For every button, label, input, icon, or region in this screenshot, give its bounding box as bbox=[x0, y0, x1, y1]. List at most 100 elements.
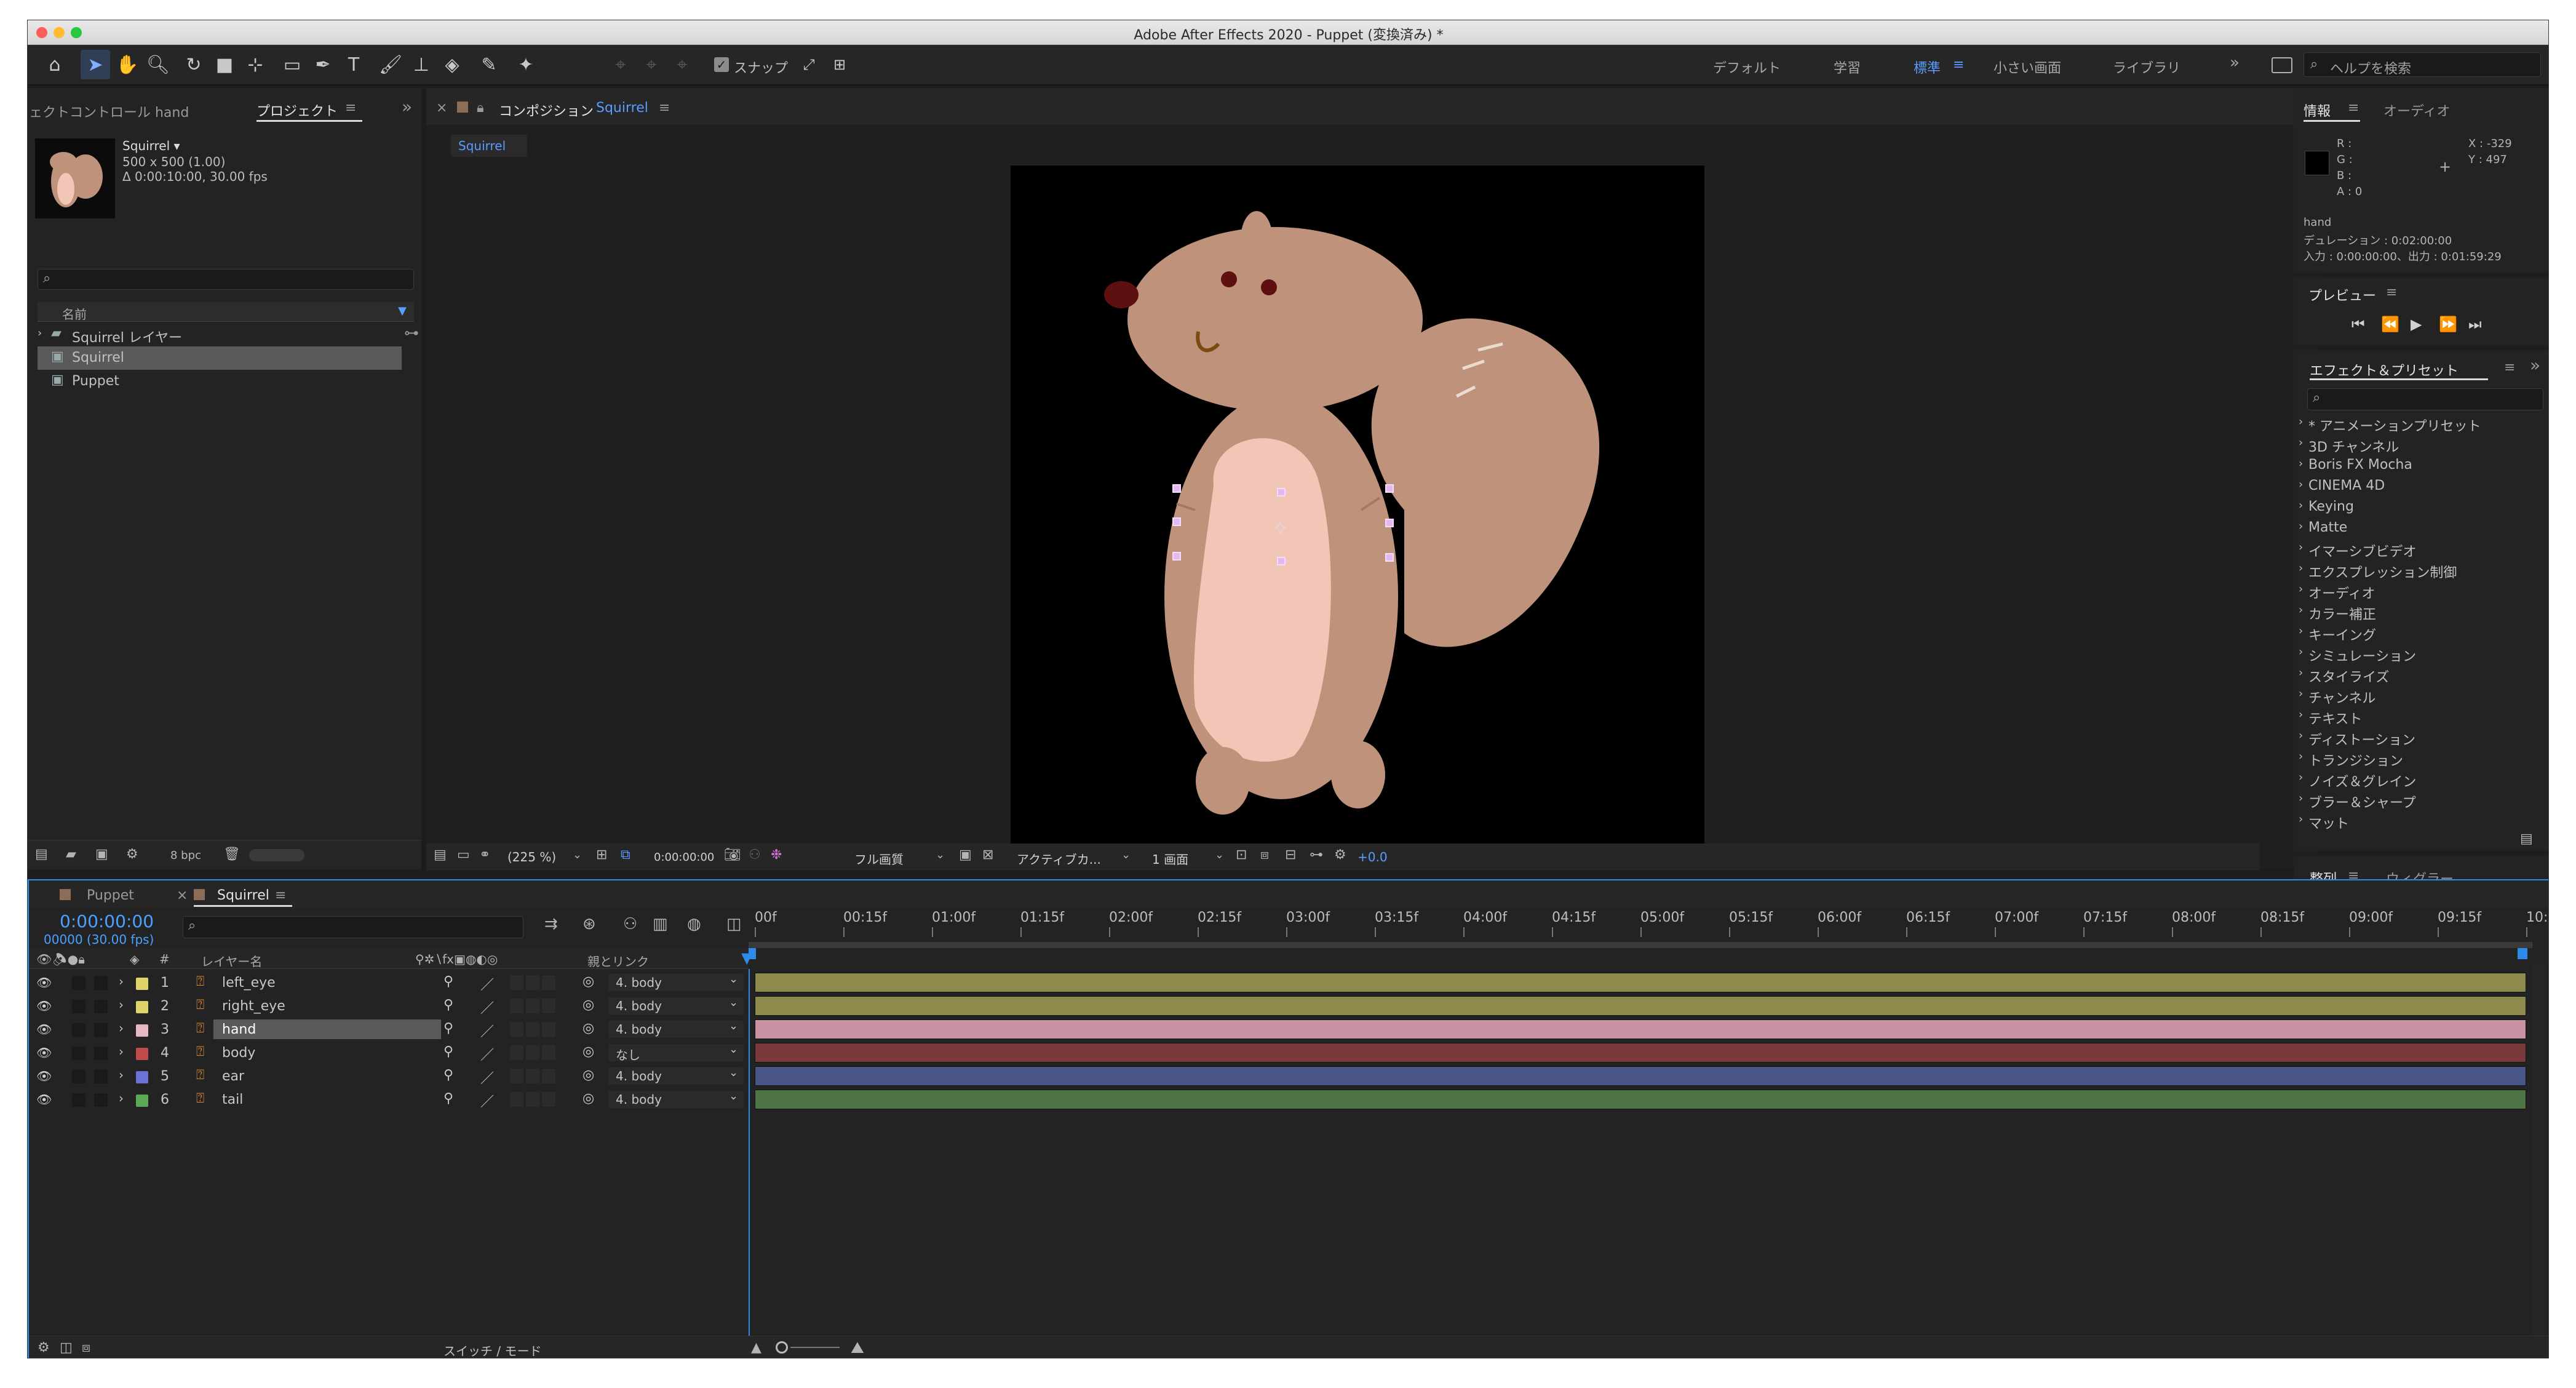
visibility-eye-icon[interactable]: 👁︎ bbox=[36, 1022, 52, 1037]
layer-switches-icon[interactable]: ⚙ bbox=[38, 1340, 50, 1355]
puppet-pin[interactable] bbox=[1277, 488, 1286, 497]
layer-label-color[interactable] bbox=[136, 1071, 148, 1083]
tab-effect-controls[interactable]: ェクトコントロール hand bbox=[29, 102, 189, 121]
effects-category[interactable]: › トランジション bbox=[2299, 750, 2403, 770]
layer-duration-bar[interactable] bbox=[755, 1043, 2526, 1063]
resolution-dropdown[interactable]: フル画質 bbox=[854, 850, 904, 868]
close-comp-tab-icon[interactable]: × bbox=[436, 100, 447, 116]
close-tab-icon[interactable]: × bbox=[177, 888, 188, 903]
camera-dropdown[interactable]: アクティブカ... bbox=[1017, 850, 1101, 868]
work-area-end-handle[interactable] bbox=[2518, 948, 2527, 959]
flowchart-icon[interactable]: ⊶ bbox=[1310, 847, 1323, 863]
snapshot-icon[interactable]: 📷︎ bbox=[724, 847, 741, 863]
effect-switch[interactable] bbox=[510, 975, 523, 990]
panel-menu-icon[interactable]: ≡ bbox=[2504, 360, 2515, 375]
frame-blend-switch[interactable] bbox=[526, 1022, 539, 1037]
solo-switch[interactable] bbox=[72, 1093, 85, 1107]
lock-switch[interactable] bbox=[94, 976, 108, 990]
panel-menu-icon[interactable]: ≡ bbox=[345, 100, 356, 116]
pick-whip-icon[interactable]: ◎ bbox=[582, 1044, 594, 1059]
chevron-down-icon[interactable]: ⌄ bbox=[1215, 848, 1224, 861]
effects-category[interactable]: › オーディオ bbox=[2299, 583, 2375, 602]
project-item[interactable]: › ▰ Squirrel レイヤー bbox=[38, 323, 402, 346]
lock-switch[interactable] bbox=[94, 1070, 108, 1083]
effect-switch[interactable] bbox=[510, 1069, 523, 1083]
effects-category[interactable]: › キーイング bbox=[2299, 624, 2376, 644]
new-folder-icon[interactable]: ▰ bbox=[66, 847, 76, 862]
layer-row[interactable]: 👁︎ › 1 ⍰ left_eye ⚲ ／ ◎ 4. body ⌄ bbox=[29, 971, 744, 995]
world-axis-icon[interactable]: ⌖ bbox=[637, 50, 666, 79]
quality-switch-icon[interactable]: ／ bbox=[480, 1044, 494, 1064]
motion-blur-switch[interactable] bbox=[542, 975, 555, 990]
next-frame-icon[interactable]: ⏩ bbox=[2439, 316, 2457, 333]
effects-category[interactable]: › ブラー＆シャープ bbox=[2299, 792, 2416, 812]
mask-visibility-icon[interactable]: ⚭ bbox=[479, 847, 490, 863]
frame-blend-switch[interactable] bbox=[526, 1069, 539, 1083]
effects-category[interactable]: › * アニメーションプリセット bbox=[2299, 415, 2481, 435]
zoom-tool-icon[interactable]: 🔍︎ bbox=[143, 50, 173, 79]
effects-category[interactable]: › CINEMA 4D bbox=[2299, 478, 2385, 493]
effects-category[interactable]: › ノイズ＆グレイン bbox=[2299, 771, 2416, 791]
selection-tool-icon[interactable]: ➤ bbox=[81, 50, 110, 79]
effects-category[interactable]: › マット bbox=[2299, 813, 2349, 832]
rectangle-tool-icon[interactable]: ▭ bbox=[277, 50, 307, 79]
timeline-link-icon[interactable]: ⊟ bbox=[1285, 847, 1296, 863]
project-item[interactable]: ▣ Squirrel bbox=[38, 346, 402, 370]
tab-audio[interactable]: オーディオ bbox=[2383, 100, 2450, 120]
type-tool-icon[interactable]: T bbox=[339, 50, 368, 79]
chevron-down-icon[interactable]: ⌄ bbox=[573, 848, 582, 861]
pixel-aspect-icon[interactable]: ⊡ bbox=[1236, 847, 1247, 863]
effects-category[interactable]: › イマーシブビデオ bbox=[2299, 541, 2417, 560]
solo-switch[interactable] bbox=[72, 1070, 85, 1083]
effects-category[interactable]: › スタイライズ bbox=[2299, 666, 2389, 686]
puppet-pin[interactable] bbox=[1385, 484, 1394, 493]
motion-blur-switch[interactable] bbox=[542, 1022, 555, 1037]
trash-icon[interactable]: 🗑︎ bbox=[223, 847, 241, 862]
solo-switch[interactable] bbox=[72, 976, 85, 990]
lock-icon[interactable]: 🔒︎ bbox=[477, 100, 484, 116]
puppet-pin[interactable] bbox=[1172, 517, 1181, 526]
sync-settings-icon[interactable] bbox=[2272, 57, 2292, 73]
puppet-pin[interactable] bbox=[1172, 552, 1181, 560]
local-axis-icon[interactable]: ⌖ bbox=[606, 50, 635, 79]
layer-label-color[interactable] bbox=[136, 1001, 148, 1013]
chevron-right-icon[interactable]: › bbox=[38, 327, 42, 340]
shy-switch-icon[interactable]: ⚲ bbox=[443, 1044, 453, 1059]
layer-name-cell[interactable] bbox=[213, 1066, 441, 1086]
effects-category[interactable]: › テキスト bbox=[2299, 708, 2362, 728]
frame-blend-switch[interactable] bbox=[526, 975, 539, 990]
shy-switch-icon[interactable]: ⚲ bbox=[443, 997, 453, 1013]
views-dropdown[interactable]: 1 画面 bbox=[1152, 850, 1188, 868]
layer-label-color[interactable] bbox=[136, 1024, 148, 1037]
shy-switch-icon[interactable]: ⚲ bbox=[443, 974, 453, 989]
layer-row[interactable]: 👁︎ › 2 ⍰ right_eye ⚲ ／ ◎ 4. body ⌄ bbox=[29, 995, 744, 1018]
pick-whip-icon[interactable]: ◎ bbox=[582, 1091, 594, 1106]
puppet-pin[interactable] bbox=[1172, 484, 1181, 493]
new-comp-icon[interactable]: ▣ bbox=[95, 847, 108, 862]
draft-3d-icon[interactable]: ⊛ bbox=[582, 915, 596, 933]
frame-blending-icon[interactable]: ▥ bbox=[653, 915, 668, 933]
chevron-right-icon[interactable]: › bbox=[119, 1044, 124, 1059]
pen-tool-icon[interactable]: ✒ bbox=[308, 50, 338, 79]
pick-whip-icon[interactable]: ◎ bbox=[582, 997, 594, 1013]
reset-exposure-icon[interactable]: ⚙ bbox=[1334, 847, 1346, 863]
snap-checkbox[interactable]: ✓ bbox=[714, 57, 729, 72]
chevron-right-icon[interactable]: › bbox=[119, 1067, 124, 1082]
snap-options-icon[interactable]: ⤢ bbox=[794, 50, 824, 79]
zoom-level-dropdown[interactable]: (225 %) bbox=[507, 850, 556, 864]
panel-menu-icon[interactable]: ≡ bbox=[2348, 100, 2359, 116]
show-snapshot-icon[interactable]: ⚇ bbox=[749, 847, 761, 863]
rotate-tool-icon[interactable]: ↻ bbox=[179, 50, 209, 79]
layer-label-color[interactable] bbox=[136, 1048, 148, 1060]
clone-stamp-tool-icon[interactable]: ⊥ bbox=[407, 50, 436, 79]
effects-category[interactable]: › カラー補正 bbox=[2299, 604, 2376, 623]
project-column-header[interactable]: 名前 ▼ bbox=[38, 302, 414, 322]
panel-menu-icon[interactable]: ≡ bbox=[2386, 285, 2397, 300]
chevron-right-icon[interactable]: › bbox=[119, 974, 124, 989]
visibility-eye-icon[interactable]: 👁︎ bbox=[36, 1069, 52, 1083]
frame-blend-switch[interactable] bbox=[526, 1092, 539, 1107]
quality-switch-icon[interactable]: ／ bbox=[480, 997, 494, 1017]
effects-category[interactable]: › Boris FX Mocha bbox=[2299, 457, 2412, 473]
preview-title[interactable]: プレビュー bbox=[2308, 285, 2376, 305]
graph-editor-icon[interactable]: ◫ bbox=[726, 915, 742, 933]
